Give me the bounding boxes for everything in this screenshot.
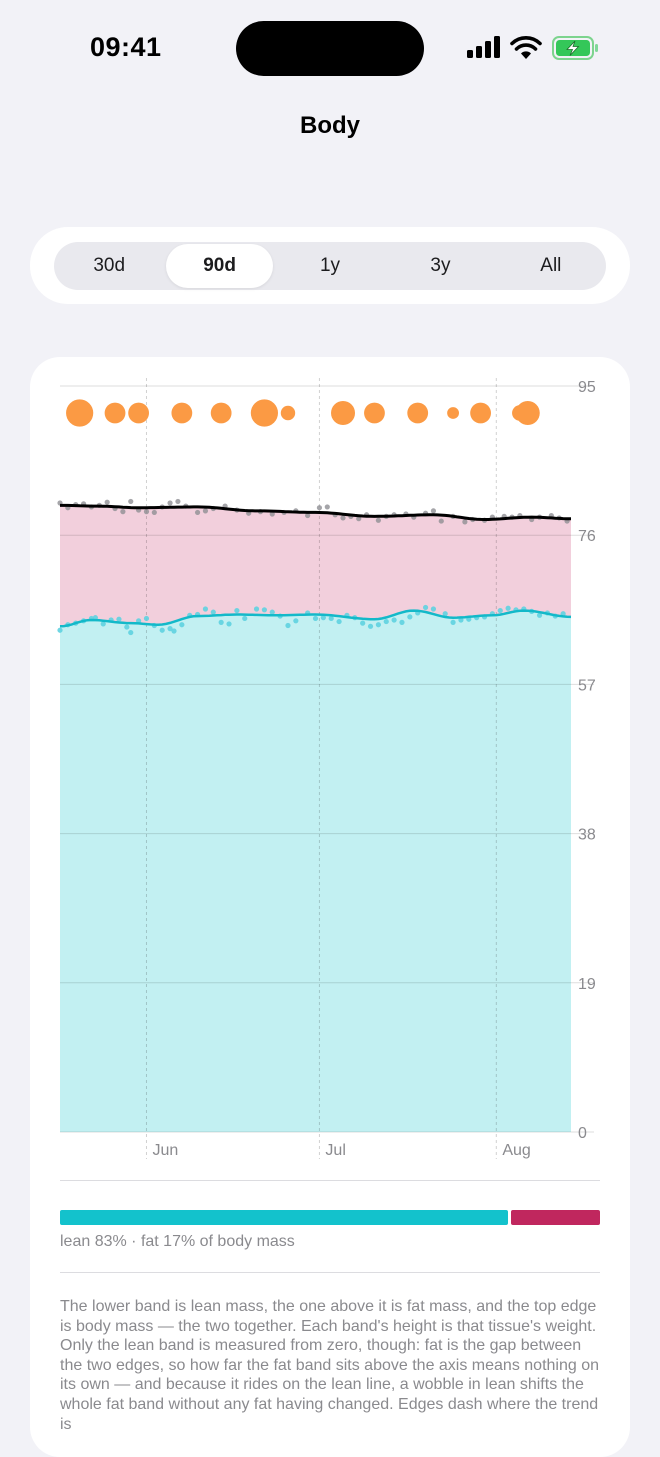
bubble-marker [280,405,296,421]
range-selector-card: 30d 90d 1y 3y All [30,227,630,304]
body-mass-point [375,517,381,523]
battery-charging-icon [552,36,598,60]
wifi-icon [510,36,542,59]
bubble-marker [128,402,150,424]
status-bar: 09:41 [0,0,660,96]
lean-mass-point [293,618,299,624]
y-tick-label: 19 [578,976,596,993]
lean-mass-point [336,618,342,625]
body-mass-point [128,498,134,505]
divider [60,1272,600,1273]
range-option-30d[interactable]: 30d [56,244,162,288]
y-tick-label: 76 [578,528,596,545]
composition-bar [60,1210,600,1225]
cellular-signal-icon [467,36,500,58]
lean-mass-point [430,606,437,612]
body-mass-point [143,509,150,515]
lean-mass-point [407,614,413,620]
lean-mass-point [312,615,319,622]
lean-mass-point [253,606,260,612]
chart-description: The lower band is lean mass, the one abo… [60,1298,600,1433]
divider [60,1180,600,1181]
body-composition-card: 95 76 57 38 19 0 Jun Jul Aug lean 83% · fat 17% … [30,357,630,1457]
lean-mass-point [234,607,240,614]
body-composition-chart: 95 76 57 38 19 0 Jun Jul Aug [57,378,596,1159]
body-mass-point [104,499,110,505]
lean-mass-point [383,618,389,625]
page-title: Body [300,112,360,139]
body-mass-point [438,518,444,524]
bubble-marker [364,402,385,424]
lean-mass-point [218,619,224,625]
lean-mass-point [360,620,366,626]
composition-lean-segment [60,1210,509,1225]
lean-mass-band [60,610,571,1132]
body-mass-point [324,504,330,510]
y-tick-label: 95 [578,379,596,396]
bubble-marker [210,402,232,424]
lean-mass-point [391,617,397,623]
bubble-marker [104,402,126,424]
bubble-marker [66,399,94,427]
range-option-90d[interactable]: 90d [166,244,273,288]
composition-fat-segment [511,1210,600,1225]
bubble-marker [515,401,540,425]
lean-mass-point [143,615,150,622]
bubble-marker [331,401,356,425]
y-tick-label: 57 [578,677,596,694]
dynamic-island [236,21,424,76]
lean-mass-point [497,607,503,614]
fat-mass-band [60,505,571,627]
lean-mass-point [450,619,456,625]
lean-mass-point [261,607,267,613]
range-option-1y[interactable]: 1y [277,244,383,288]
lean-mass-point [422,604,429,611]
bubble-marker [407,402,429,424]
body-mass-point [120,509,126,515]
lean-mass-point [242,615,248,622]
lean-mass-point [269,609,275,615]
lean-mass-point [159,627,165,633]
lean-mass-point [57,627,63,633]
lean-mass-point [505,605,511,611]
bubble-marker [447,407,459,419]
body-mass-point [167,500,173,506]
body-mass-point [202,508,209,514]
range-option-all[interactable]: All [498,244,604,288]
y-tick-label: 38 [578,827,596,844]
body-mass-point [175,498,181,505]
lean-mass-point [226,621,232,627]
lean-mass-point [202,606,209,612]
body-mass-point [430,508,437,514]
lean-mass-point [375,622,381,628]
lean-mass-point [210,609,216,615]
x-tick-label: Jul [325,1142,345,1159]
x-tick-label: Aug [502,1142,530,1159]
lean-mass-point [285,622,291,629]
lean-mass-point [171,628,177,634]
bubble-marker [250,399,278,427]
body-mass-point [462,519,468,525]
body-mass-point [316,505,323,511]
bubble-marker [171,402,193,424]
bubble-marker [470,402,491,424]
composition-label: lean 83% · fat 17% of body mass [60,1233,295,1250]
lean-mass-point [116,616,122,622]
lean-mass-point [399,619,405,625]
y-tick-label: 0 [578,1125,587,1142]
body-mass-point [194,509,201,516]
x-tick-label: Jun [152,1142,178,1159]
range-segmented-control: 30d 90d 1y 3y All [54,242,606,290]
lean-mass-point [128,629,134,636]
range-option-3y[interactable]: 3y [387,244,493,288]
lean-mass-point [367,623,374,629]
lean-mass-point [124,624,130,630]
lean-mass-point [179,622,185,628]
body-mass-point [151,509,157,516]
body-mass-point [340,515,346,521]
status-time: 09:41 [90,32,162,62]
